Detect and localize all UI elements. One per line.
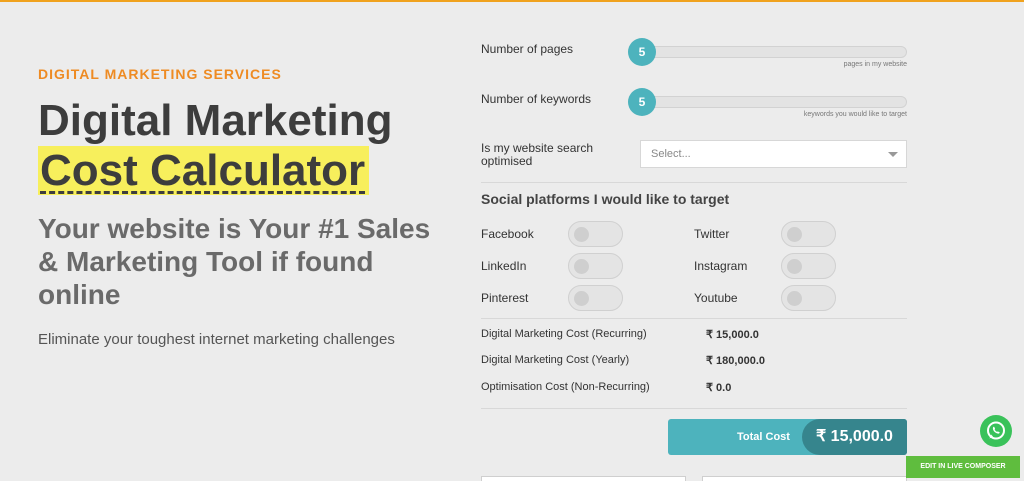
youtube-switch[interactable]	[781, 285, 836, 311]
cost-label: Optimisation Cost (Non-Recurring)	[481, 381, 650, 393]
facebook-label: Facebook	[481, 227, 534, 241]
action-button-right[interactable]	[702, 476, 907, 481]
whatsapp-icon	[987, 421, 1005, 440]
toggle-instagram: Instagram	[694, 253, 844, 279]
keywords-label: Number of keywords	[481, 92, 592, 106]
page-title: Digital Marketing Cost Calculator	[38, 96, 393, 196]
seo-question-row: Is my website search optimised Select...	[481, 140, 907, 170]
top-accent-line	[0, 0, 1024, 2]
pages-slider-row: Number of pages 5 pages in my website	[481, 36, 907, 76]
total-cost-value: ₹ 15,000.0	[802, 419, 907, 455]
hero-subheading: Your website is Your #1 Sales & Marketin…	[38, 213, 431, 310]
seo-select-value: Select...	[651, 148, 691, 160]
pinterest-label: Pinterest	[481, 291, 529, 305]
chevron-down-icon	[888, 152, 898, 157]
switch-knob	[574, 227, 589, 242]
cost-row-recurring: Digital Marketing Cost (Recurring) ₹ 15,…	[481, 328, 907, 346]
seo-select[interactable]: Select...	[640, 140, 907, 168]
seo-label: Is my website search optimised	[481, 141, 594, 168]
toggle-linkedin: LinkedIn	[481, 253, 631, 279]
hero-tagline: Eliminate your toughest internet marketi…	[38, 331, 395, 348]
cost-label: Digital Marketing Cost (Recurring)	[481, 328, 647, 340]
cost-value: ₹ 0.0	[706, 382, 732, 394]
whatsapp-button[interactable]	[980, 415, 1012, 447]
facebook-switch[interactable]	[568, 221, 623, 247]
cost-label: Digital Marketing Cost (Yearly)	[481, 354, 630, 366]
switch-knob	[574, 259, 589, 274]
instagram-label: Instagram	[694, 259, 748, 273]
linkedin-switch[interactable]	[568, 253, 623, 279]
keywords-slider-handle[interactable]: 5	[628, 88, 656, 116]
divider	[481, 182, 907, 183]
pages-slider-handle[interactable]: 5	[628, 38, 656, 66]
toggle-pinterest: Pinterest	[481, 285, 631, 311]
toggle-youtube: Youtube	[694, 285, 844, 311]
switch-knob	[574, 291, 589, 306]
youtube-label: Youtube	[694, 291, 738, 305]
pages-hint: pages in my website	[843, 61, 907, 68]
switch-knob	[787, 227, 802, 242]
cost-row-yearly: Digital Marketing Cost (Yearly) ₹ 180,00…	[481, 354, 907, 372]
total-cost-label: Total Cost	[737, 431, 790, 443]
linkedin-label: LinkedIn	[481, 259, 527, 273]
keywords-hint: keywords you would like to target	[803, 111, 907, 118]
title-line-1: Digital Marketing	[38, 96, 393, 145]
pages-slider-track[interactable]	[628, 46, 907, 58]
keywords-slider-row: Number of keywords 5 keywords you would …	[481, 86, 907, 126]
switch-knob	[787, 259, 802, 274]
toggle-facebook: Facebook	[481, 221, 631, 247]
title-line-2-highlight: Cost Calculator	[38, 146, 370, 195]
instagram-switch[interactable]	[781, 253, 836, 279]
cost-value: ₹ 180,000.0	[706, 355, 765, 367]
pinterest-switch[interactable]	[568, 285, 623, 311]
edit-live-composer-button[interactable]: EDIT IN LIVE COMPOSER	[906, 456, 1020, 478]
eyebrow-label: DIGITAL MARKETING SERVICES	[38, 66, 282, 82]
keywords-slider-track[interactable]	[628, 96, 907, 108]
switch-knob	[787, 291, 802, 306]
cost-value: ₹ 15,000.0	[706, 329, 759, 341]
toggle-twitter: Twitter	[694, 221, 844, 247]
twitter-label: Twitter	[694, 227, 730, 241]
social-section-title: Social platforms I would like to target	[481, 191, 730, 207]
cost-row-optimisation: Optimisation Cost (Non-Recurring) ₹ 0.0	[481, 381, 907, 399]
divider	[481, 318, 907, 319]
divider	[481, 408, 907, 409]
pages-label: Number of pages	[481, 42, 574, 56]
action-button-left[interactable]	[481, 476, 686, 481]
twitter-switch[interactable]	[781, 221, 836, 247]
total-cost-bar: Total Cost ₹ 15,000.0	[668, 419, 907, 455]
